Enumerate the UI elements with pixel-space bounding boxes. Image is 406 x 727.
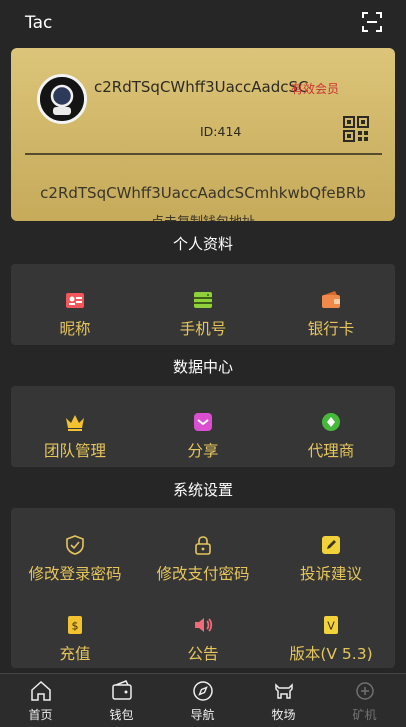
profile-section-title: 个人资料 [172, 235, 233, 253]
team-management-button[interactable]: 团队管理 [11, 411, 139, 461]
change-login-password-button[interactable]: 修改登录密码 [11, 534, 139, 584]
app-title: Tac [25, 13, 53, 33]
id-card-icon [66, 293, 84, 308]
share-button[interactable]: 分享 [139, 411, 267, 461]
agent-icon [322, 413, 340, 431]
speaker-icon [195, 618, 213, 632]
nav-home[interactable]: 首页 [0, 679, 81, 723]
miner-icon [355, 682, 374, 700]
wallet-address[interactable]: c2RdTSqCWhff3UaccAadcSCmhkwbQfeBRb [11, 184, 395, 202]
settings-panel: 修改登录密码 修改支付密码 投诉建议 $ 充值 公告 V 版本(V 5.3) [11, 508, 395, 668]
user-id: ID:414 [200, 124, 242, 139]
data-section-title: 数据中心 [172, 358, 233, 376]
team-management-label: 团队管理 [43, 442, 106, 460]
data-panel: 团队管理 分享 代理商 [11, 386, 395, 467]
astronaut-icon [40, 77, 84, 121]
nav-miner[interactable]: 矿机 [324, 679, 405, 723]
avatar[interactable] [37, 74, 87, 124]
scan-icon[interactable] [360, 10, 384, 34]
feedback-button[interactable]: 投诉建议 [267, 534, 395, 584]
card-divider [25, 153, 382, 155]
nav-navigation-label: 导航 [190, 708, 215, 722]
lock-icon [195, 536, 211, 555]
version-button[interactable]: V 版本(V 5.3) [267, 614, 395, 664]
edit-note-icon [322, 536, 340, 554]
profile-panel: 昵称 手机号 银行卡 [11, 264, 395, 345]
change-pay-password-button[interactable]: 修改支付密码 [139, 534, 267, 584]
recharge-label: 充值 [59, 645, 91, 663]
phone-label: 手机号 [179, 320, 227, 338]
compass-icon [192, 681, 213, 701]
bank-card-button[interactable]: 银行卡 [267, 289, 395, 339]
home-icon [30, 680, 51, 701]
version-icon: V [324, 616, 338, 634]
feedback-label: 投诉建议 [299, 565, 362, 583]
settings-section-title: 系统设置 [172, 481, 233, 499]
qr-code-icon[interactable] [342, 115, 370, 143]
nav-home-label: 首页 [28, 708, 53, 722]
wallet-icon [322, 291, 340, 308]
nickname-label: 昵称 [59, 320, 91, 338]
nav-ranch[interactable]: 牧场 [243, 679, 324, 723]
agent-label: 代理商 [307, 442, 355, 460]
wallet-card: c2RdTSqCWhff3UaccAadcSC 有效会员 ID:414 c2Rd… [11, 48, 395, 221]
top-bar: Tac [0, 0, 406, 46]
agent-button[interactable]: 代理商 [267, 411, 395, 461]
nav-navigation[interactable]: 导航 [162, 679, 243, 723]
crown-icon [66, 415, 84, 431]
bank-card-label: 银行卡 [307, 320, 355, 338]
bottom-nav: 首页 钱包 导航 牧场 矿机 [0, 673, 406, 727]
nav-wallet-label: 钱包 [109, 708, 134, 722]
copy-address-hint[interactable]: 点击复制钱包地址 [11, 211, 395, 221]
svg-text:V: V [327, 620, 335, 633]
phone-button[interactable]: 手机号 [139, 289, 267, 339]
member-badge: 有效会员 [290, 82, 339, 96]
nav-ranch-label: 牧场 [271, 708, 296, 722]
recharge-button[interactable]: $ 充值 [11, 614, 139, 664]
nav-miner-label: 矿机 [352, 708, 377, 722]
wallet-nav-icon [111, 680, 132, 700]
announcement-button[interactable]: 公告 [139, 614, 267, 664]
nickname-button[interactable]: 昵称 [11, 289, 139, 339]
announcement-label: 公告 [187, 645, 219, 663]
recharge-icon: $ [68, 616, 82, 634]
share-label: 分享 [187, 442, 219, 460]
nav-wallet[interactable]: 钱包 [81, 679, 162, 723]
version-label: 版本(V 5.3) [289, 645, 373, 663]
svg-text:$: $ [72, 620, 79, 633]
share-icon [194, 413, 212, 431]
phone-icon [194, 292, 212, 308]
cow-icon [274, 683, 293, 699]
change-login-password-label: 修改登录密码 [28, 565, 122, 583]
change-pay-password-label: 修改支付密码 [156, 565, 250, 583]
shield-icon [66, 535, 84, 555]
